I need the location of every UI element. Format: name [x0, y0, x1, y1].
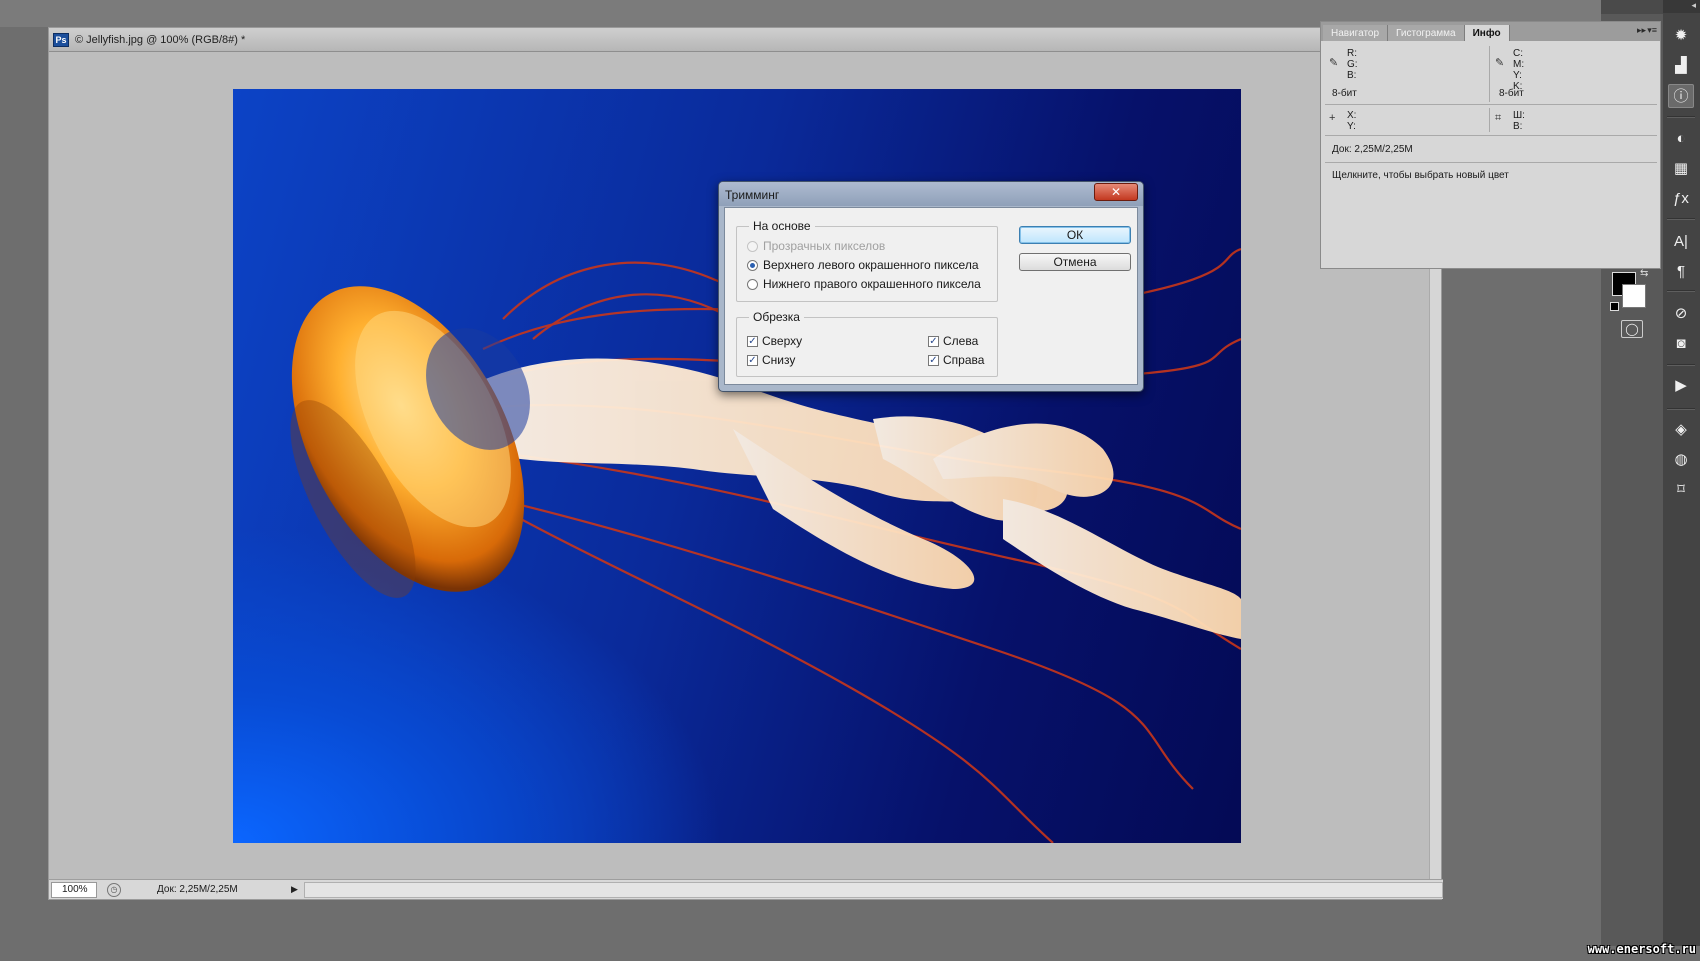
background-color-swatch[interactable]	[1622, 284, 1646, 308]
trim-away-group: Обрезка ✓ Сверху ✓ Снизу ✓ Слева ✓ Справ…	[736, 310, 998, 377]
divider	[1325, 162, 1657, 163]
info-icon[interactable]: ⓘ	[1668, 84, 1694, 108]
histogram-icon[interactable]: ▟	[1668, 54, 1694, 78]
radio-button	[747, 240, 758, 252]
rgb-readout: R: G: B:	[1347, 48, 1358, 81]
trim-dialog: Тримминг ✕ На основе Прозрачных пикселов…	[718, 181, 1144, 392]
tab-navigator[interactable]: Навигатор	[1323, 25, 1389, 41]
dialog-title: Тримминг	[725, 188, 780, 202]
radio-label[interactable]: Нижнего правого окрашенного пиксела	[763, 277, 981, 291]
bit-depth-left: 8-бит	[1332, 88, 1357, 99]
checkbox-label[interactable]: Снизу	[762, 353, 795, 367]
selection-size-icon: ⌗	[1495, 112, 1502, 124]
dock-collapse-icon[interactable]: ◂	[1663, 0, 1700, 13]
eyedropper-icon: ✎	[1495, 57, 1505, 69]
dock-separator	[1667, 364, 1695, 366]
divider	[1325, 135, 1657, 136]
dialog-titlebar[interactable]: Тримминг ✕	[719, 182, 1143, 206]
layers-icon[interactable]: ◈	[1668, 418, 1694, 442]
cancel-button[interactable]: Отмена	[1019, 253, 1131, 271]
panel-menu-icon[interactable]: ▾≡	[1647, 25, 1657, 36]
xy-readout: X: Y:	[1347, 110, 1357, 132]
radio-label: Прозрачных пикселов	[763, 239, 886, 253]
info-doc-size: Док: 2,25M/2,25M	[1332, 144, 1413, 155]
channels-icon[interactable]: ◍	[1668, 448, 1694, 472]
wh-readout: Ш: В:	[1513, 110, 1525, 132]
crosshair-icon: +	[1329, 112, 1336, 124]
radio-top-left-pixel[interactable]: Верхнего левого окрашенного пиксела	[747, 258, 979, 272]
zoom-field[interactable]: 100%	[51, 881, 97, 898]
divider	[1489, 46, 1490, 102]
panel-tabs: Навигатор Гистограмма Инфо ▸▸ ▾≡	[1321, 22, 1660, 41]
bottom-bar	[0, 946, 1700, 961]
ok-button[interactable]: ОК	[1019, 226, 1131, 244]
status-bar: 100% ◷ Док: 2,25M/2,25M ▶	[49, 879, 1443, 899]
tab-info[interactable]: Инфо	[1464, 25, 1510, 41]
actions-icon[interactable]: ▶	[1668, 374, 1694, 398]
trim-group-label: Обрезка	[749, 310, 804, 324]
checkbox-box[interactable]: ✓	[747, 354, 758, 366]
dialog-body: На основе Прозрачных пикселов Верхнего л…	[724, 207, 1138, 385]
info-hint: Щелкните, чтобы выбрать новый цвет	[1332, 170, 1509, 181]
radio-transparent-pixels: Прозрачных пикселов	[747, 239, 885, 253]
divider	[1489, 108, 1490, 132]
checkbox-label[interactable]: Слева	[943, 334, 978, 348]
radio-button[interactable]	[747, 259, 758, 271]
swap-colors-icon[interactable]: ⇆	[1640, 268, 1648, 279]
radio-label[interactable]: Верхнего левого окрашенного пиксела	[763, 258, 979, 272]
checkbox-box[interactable]: ✓	[928, 354, 939, 366]
styles-icon[interactable]: ƒx	[1668, 187, 1694, 211]
radio-button[interactable]	[747, 278, 758, 290]
watermark-text: www.enersoft.ru	[1587, 942, 1696, 956]
panel-icon-dock: ◂ ✹ ▟ ⓘ ◐ ▦ ƒx A| ¶ ⊘ ◙ ▶ ◈ ◍ ⌑	[1663, 0, 1700, 961]
status-clock-icon: ◷	[107, 882, 121, 897]
dock-separator	[1667, 290, 1695, 292]
quick-mask-icon[interactable]: ◯	[1621, 320, 1643, 338]
dock-separator	[1667, 408, 1695, 410]
color-icon[interactable]: ◐	[1668, 127, 1694, 151]
close-icon[interactable]: ✕	[1094, 183, 1138, 201]
basis-group: На основе Прозрачных пикселов Верхнего л…	[736, 219, 998, 302]
dock-separator	[1667, 116, 1695, 118]
basis-group-label: На основе	[749, 219, 815, 233]
eyedropper-icon: ✎	[1329, 57, 1339, 69]
default-colors-icon[interactable]	[1610, 302, 1619, 311]
brush-icon[interactable]: ⊘	[1668, 302, 1694, 326]
dock-separator	[1667, 218, 1695, 220]
info-panel: Навигатор Гистограмма Инфо ▸▸ ▾≡ ✎ R: G:…	[1320, 21, 1661, 269]
clone-source-icon[interactable]: ◙	[1668, 332, 1694, 356]
checkbox-label[interactable]: Сверху	[762, 334, 802, 348]
radio-bottom-right-pixel[interactable]: Нижнего правого окрашенного пиксела	[747, 277, 981, 291]
checkbox-box[interactable]: ✓	[928, 335, 939, 347]
document-title: © Jellyfish.jpg @ 100% (RGB/8#) *	[75, 33, 246, 46]
cmyk-readout: C: M: Y: K:	[1513, 48, 1525, 92]
tab-histogram[interactable]: Гистограмма	[1388, 25, 1465, 41]
checkbox-top[interactable]: ✓ Сверху	[747, 334, 802, 348]
character-icon[interactable]: A|	[1668, 230, 1694, 254]
paths-icon[interactable]: ⌑	[1668, 478, 1694, 502]
checkbox-bottom[interactable]: ✓ Снизу	[747, 353, 795, 367]
photoshop-icon: Ps	[53, 32, 69, 47]
divider	[1325, 104, 1657, 105]
checkbox-left[interactable]: ✓ Слева	[928, 334, 978, 348]
swatches-icon[interactable]: ▦	[1668, 157, 1694, 181]
collapse-panel-icon[interactable]: ▸▸	[1637, 25, 1646, 36]
status-menu-arrow-icon[interactable]: ▶	[291, 884, 298, 895]
checkbox-box[interactable]: ✓	[747, 335, 758, 347]
status-doc-size: Док: 2,25M/2,25M	[157, 884, 238, 895]
navigator-icon[interactable]: ✹	[1668, 24, 1694, 48]
checkbox-right[interactable]: ✓ Справа	[928, 353, 984, 367]
horizontal-scrollbar[interactable]	[303, 881, 1443, 898]
document-tab[interactable]: Ps © Jellyfish.jpg @ 100% (RGB/8#) *	[49, 28, 1443, 52]
paragraph-icon[interactable]: ¶	[1668, 260, 1694, 284]
tools-strip-header	[1601, 0, 1663, 14]
checkbox-label[interactable]: Справа	[943, 353, 984, 367]
bit-depth-right: 8-бит	[1499, 88, 1524, 99]
